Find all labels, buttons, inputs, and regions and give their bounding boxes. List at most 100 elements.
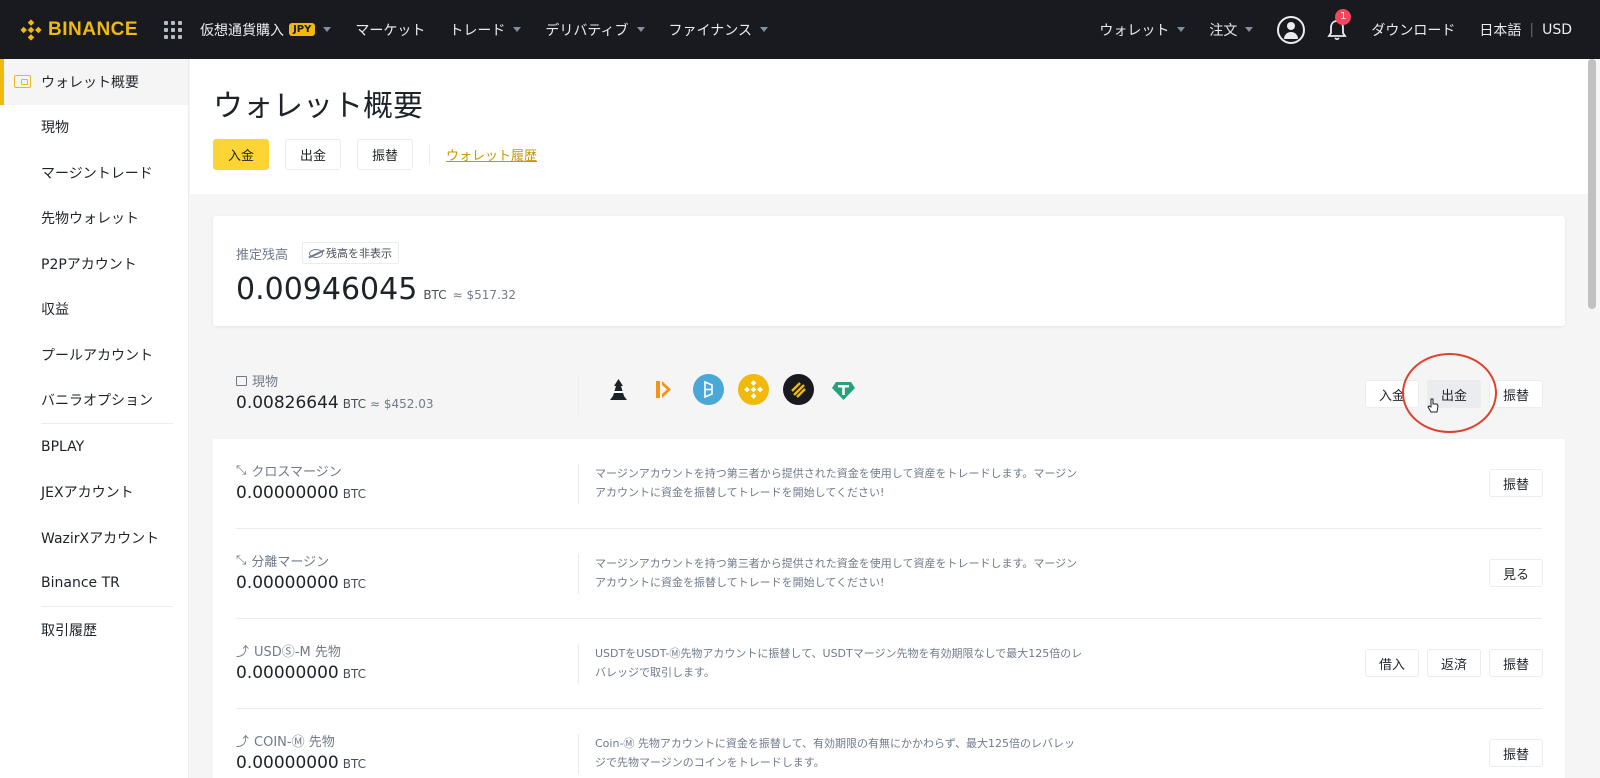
page-title: ウォレット概要 — [213, 89, 423, 124]
deposit-button[interactable]: 入金 — [213, 139, 270, 170]
cross-margin-transfer-button[interactable]: 振替 — [1488, 469, 1543, 497]
nav-download[interactable]: ダウンロード — [1371, 20, 1455, 40]
fantom-icon[interactable] — [693, 374, 724, 405]
language-currency-selector[interactable]: 日本語 | USD — [1479, 20, 1572, 40]
hand-cursor-icon — [1427, 398, 1439, 413]
sidebar-item-wazirx[interactable]: WazirXアカウント — [0, 515, 188, 561]
sidebar-item-label: P2Pアカウント — [41, 256, 137, 273]
account-row-isolated-margin: ⤡ 分離マージン 0.00000000 BTC マージンアカウントを持つ第三者から… — [213, 529, 1565, 619]
account-unit: BTC — [342, 397, 366, 411]
coin-icons — [603, 374, 859, 405]
notification-count-badge: 1 — [1335, 8, 1352, 25]
highlight-circle — [1402, 353, 1497, 433]
sidebar-item-futures[interactable]: 先物ウォレット — [0, 196, 188, 242]
isolated-margin-view-button[interactable]: 見る — [1488, 559, 1543, 587]
balance-usd: ≈ $517.32 — [452, 288, 517, 302]
sidebar-item-earn[interactable]: 収益 — [0, 287, 188, 333]
nav-orders-label: 注文 — [1209, 22, 1238, 39]
chevron-down-icon — [636, 27, 645, 32]
futures-icon: ⤴ — [236, 735, 250, 750]
estimated-balance-card: 推定残高 残高を非表示 0.00946045 BTC ≈ $517.32 — [213, 216, 1565, 326]
sidebar-item-wallet-overview[interactable]: ウォレット概要 — [0, 59, 188, 105]
nav-derivatives[interactable]: デリバティブ — [545, 20, 645, 40]
futures-icon: ⤴ — [236, 645, 250, 660]
sidebar-item-binance-tr[interactable]: Binance TR — [0, 561, 188, 607]
divider — [578, 644, 579, 684]
usds-m-transfer-button[interactable]: 振替 — [1488, 649, 1543, 677]
spot-transfer-button[interactable]: 振替 — [1488, 380, 1543, 408]
hide-balance-label: 残高を非表示 — [326, 247, 393, 260]
bnb-icon[interactable] — [738, 374, 769, 405]
binance-logo[interactable]: BINANCE — [20, 19, 138, 41]
currency-badge: JPY — [289, 23, 316, 36]
transfer-button[interactable]: 振替 — [357, 139, 414, 170]
binance-logo-icon — [20, 18, 42, 41]
sidebar-item-spot[interactable]: 現物 — [0, 105, 188, 151]
sidebar-item-bplay[interactable]: BPLAY — [0, 424, 188, 470]
sidebar-item-vanilla-options[interactable]: バニラオプション — [0, 378, 188, 424]
user-avatar-icon[interactable] — [1277, 15, 1306, 44]
withdraw-button[interactable]: 出金 — [285, 139, 342, 170]
account-name: 現物 — [252, 375, 279, 390]
divider — [578, 554, 579, 594]
tether-icon[interactable] — [828, 374, 859, 405]
notification-bell-icon[interactable]: 1 — [1327, 8, 1352, 41]
divider — [578, 734, 579, 774]
balance-value: 0.00946045 — [236, 272, 418, 307]
nav-markets[interactable]: マーケット — [355, 20, 425, 40]
sidebar-item-label: プールアカウント — [41, 347, 153, 364]
chevron-down-icon — [513, 27, 522, 32]
account-name: USDⓈ-M 先物 — [254, 645, 341, 660]
account-usd: ≈ $452.03 — [370, 397, 434, 411]
nav-finance[interactable]: ファイナンス — [669, 20, 768, 40]
account-name: COIN-Ⓜ 先物 — [254, 735, 335, 750]
wallet-history-link[interactable]: ウォレット履歴 — [446, 145, 537, 164]
sidebar-item-label: WazirXアカウント — [41, 530, 160, 547]
scrollbar[interactable] — [1588, 59, 1596, 309]
account-row-usds-m-futures: ⤴ USDⓈ-M 先物 0.00000000 BTC USDTをUSDT-Ⓜ先物ア… — [213, 619, 1565, 709]
account-value: 0.00826644 — [236, 393, 339, 413]
account-value: 0.00000000 — [236, 663, 339, 683]
sidebar-item-margin[interactable]: マージントレード — [0, 150, 188, 196]
usds-m-borrow-button[interactable]: 借入 — [1364, 649, 1419, 677]
balance-unit: BTC — [423, 288, 447, 302]
spot-icon — [236, 375, 247, 386]
account-description: マージンアカウントを持つ第三者から提供された資金を使用して資産をトレードします。… — [595, 557, 1078, 589]
apps-grid-icon[interactable] — [164, 20, 183, 39]
account-unit: BTC — [342, 577, 366, 591]
nav-orders[interactable]: 注文 — [1209, 20, 1254, 40]
usds-m-repay-button[interactable]: 返済 — [1426, 649, 1481, 677]
nav-finance-label: ファイナンス — [668, 22, 752, 39]
sidebar-item-pool[interactable]: プールアカウント — [0, 332, 188, 378]
sidebar-item-label: JEXアカウント — [41, 485, 134, 502]
chevron-down-icon — [759, 27, 768, 32]
accounts-list: 現物 0.00826644 BTC ≈ $452.03 入金 出金 振替 ⤡ ク… — [213, 349, 1565, 778]
orange-token-icon[interactable] — [648, 374, 679, 405]
account-row-coin-m-futures: ⤴ COIN-Ⓜ 先物 0.00000000 BTC Coin-Ⓜ 先物アカウント… — [213, 709, 1565, 778]
nav-derivatives-label: デリバティブ — [545, 22, 629, 39]
estimated-balance-label: 推定残高 — [236, 247, 289, 263]
currency-label: USD — [1542, 21, 1572, 38]
sidebar-item-history[interactable]: 取引履歴 — [0, 607, 188, 653]
margin-icon: ⤡ — [236, 553, 247, 568]
coin-m-transfer-button[interactable]: 振替 — [1488, 739, 1543, 767]
pawn-coin-icon[interactable] — [603, 374, 634, 405]
nav-buy-crypto[interactable]: 仮想通貨購入 JPY — [200, 20, 332, 40]
busd-icon[interactable] — [783, 374, 814, 405]
nav-trade-label: トレード — [449, 22, 506, 39]
account-name: 分離マージン — [251, 555, 330, 570]
account-unit: BTC — [342, 757, 366, 771]
nav-wallet[interactable]: ウォレット — [1099, 20, 1186, 40]
nav-trade[interactable]: トレード — [449, 20, 522, 40]
sidebar-item-p2p[interactable]: P2Pアカウント — [0, 241, 188, 287]
sidebar-item-label: 先物ウォレット — [41, 211, 139, 228]
chevron-down-icon — [323, 27, 332, 32]
account-row-cross-margin: ⤡ クロスマージン 0.00000000 BTC マージンアカウントを持つ第三者か… — [213, 439, 1565, 529]
account-value: 0.00000000 — [236, 483, 339, 503]
nav-download-label: ダウンロード — [1371, 22, 1456, 39]
hide-balance-button[interactable]: 残高を非表示 — [302, 242, 400, 264]
sidebar-item-jex[interactable]: JEXアカウント — [0, 470, 188, 516]
account-unit: BTC — [342, 667, 366, 681]
divider — [578, 374, 579, 414]
sidebar-item-label: マージントレード — [41, 165, 153, 182]
